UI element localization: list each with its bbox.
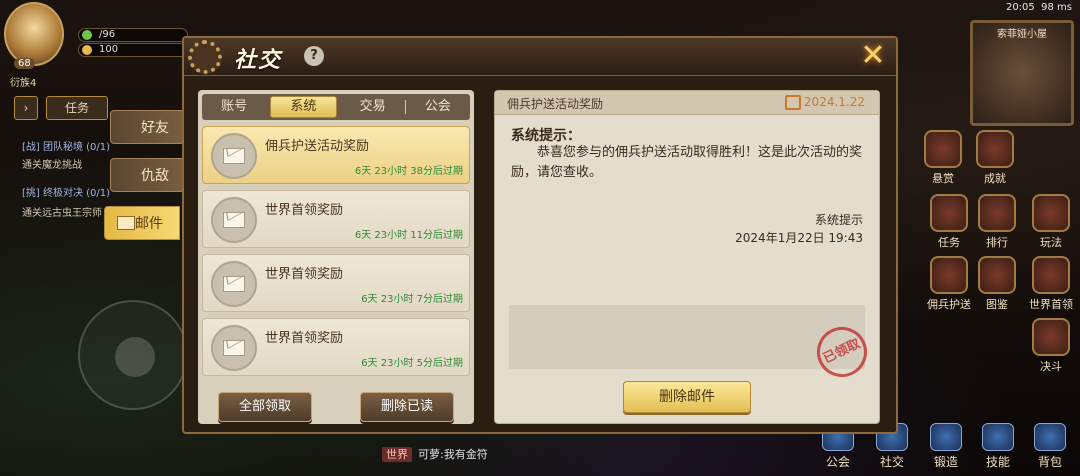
achievement-button[interactable]: 成就: [970, 130, 1020, 186]
achievement-icon: [976, 130, 1014, 168]
world-boss-icon: [1032, 256, 1070, 294]
quest-title[interactable]: [战] 团队秘境 (0/1): [22, 138, 110, 153]
gameplay-button[interactable]: 玩法: [1026, 194, 1076, 250]
player-rank: 衍族4: [10, 78, 37, 89]
bag-icon: [1034, 423, 1066, 451]
help-button[interactable]: ?: [304, 46, 324, 66]
bag-button[interactable]: 背包: [1030, 423, 1070, 470]
mission-icon: [930, 194, 968, 232]
tab-trade[interactable]: 交易: [341, 94, 405, 120]
panel-title: 社交: [234, 48, 283, 73]
envelope-icon: [211, 325, 257, 371]
tab-account[interactable]: 账号: [202, 94, 266, 120]
mail-expire: 6天 23小时 11分后过期: [354, 230, 463, 241]
envelope-icon: [211, 133, 257, 179]
task-button[interactable]: 任务: [46, 96, 108, 120]
mail-title: 世界首领奖励: [265, 203, 344, 218]
mail-item[interactable]: 世界首领奖励 6天 23小时 11分后过期: [202, 190, 470, 248]
panel-header: 社交 ? ✕: [184, 38, 896, 76]
skills-button[interactable]: 技能: [978, 423, 1018, 470]
mail-subject: 佣兵护送活动奖励: [507, 97, 604, 111]
mail-expire: 6天 23小时 5分后过期: [361, 358, 463, 369]
mail-title: 世界首领奖励: [265, 331, 344, 346]
duel-button[interactable]: 决斗: [1026, 318, 1076, 374]
attachment-area: [509, 305, 865, 369]
delete-mail-button[interactable]: 删除邮件: [623, 381, 751, 413]
tab-system[interactable]: 系统: [270, 96, 337, 118]
energy-stat: /96: [78, 28, 188, 42]
tab-guild[interactable]: 公会: [406, 94, 470, 120]
mail-list-pane: 账号 系统 交易 公会 佣兵护送活动奖励 6天 23小时 38分后过期 世界首领…: [198, 90, 474, 424]
mail-expire: 6天 23小时 7分后过期: [361, 294, 463, 305]
status-bar: 20:05 98 ms: [1005, 2, 1072, 13]
chat-message: 可萝:我有金符: [418, 448, 488, 461]
ranking-icon: [978, 194, 1016, 232]
mail-title: 佣兵护送活动奖励: [265, 139, 370, 154]
gem-stat: 100: [78, 43, 188, 57]
expand-arrow-button[interactable]: ›: [14, 96, 38, 120]
joystick-knob[interactable]: [115, 337, 155, 377]
gem-icon: [82, 45, 92, 55]
ranking-button[interactable]: 排行: [972, 194, 1022, 250]
codex-button[interactable]: 图鉴: [972, 256, 1022, 312]
minimap-title: 索菲娅小屋: [997, 29, 1047, 40]
player-avatar[interactable]: [4, 2, 64, 66]
forge-icon: [930, 423, 962, 451]
social-panel: 社交 ? ✕ 账号 系统 交易 公会 佣兵护送活动奖励 6天 23小时 38分后…: [182, 36, 898, 434]
mail-detail-header: 佣兵护送活动奖励 2024.1.22: [495, 91, 879, 115]
gameplay-icon: [1032, 194, 1070, 232]
mail-heading: 系统提示：: [511, 128, 581, 144]
movement-joystick[interactable]: [78, 300, 188, 410]
minimap[interactable]: 索菲娅小屋: [970, 20, 1074, 126]
mail-signer: 系统提示: [814, 213, 863, 227]
codex-icon: [978, 256, 1016, 294]
quest-desc: 通关魔龙挑战: [22, 160, 82, 171]
quest-title[interactable]: [挑] 终极对决 (0/1): [22, 184, 110, 199]
side-tab-friends[interactable]: 好友: [110, 110, 186, 144]
mail-item[interactable]: 世界首领奖励 6天 23小时 5分后过期: [202, 318, 470, 376]
mail-expire: 6天 23小时 38分后过期: [354, 166, 463, 177]
side-tab-enemies[interactable]: 仇敌: [110, 158, 186, 192]
envelope-icon: [211, 261, 257, 307]
mail-item[interactable]: 佣兵护送活动奖励 6天 23小时 38分后过期: [202, 126, 470, 184]
bounty-icon: [924, 130, 962, 168]
mail-body: 恭喜您参与的佣兵护送活动取得胜利！这是此次活动的奖励，请您查收。: [511, 145, 863, 180]
side-tab-mail[interactable]: 邮件: [104, 206, 180, 240]
mail-detail-pane: 佣兵护送活动奖励 2024.1.22 系统提示： 恭喜您参与的佣兵护送活动取得胜…: [494, 90, 880, 424]
world-boss-button[interactable]: 世界首领: [1024, 256, 1078, 312]
mail-date: 2024.1.22: [803, 95, 865, 109]
skills-icon: [982, 423, 1014, 451]
mail-icon: [117, 216, 135, 230]
escort-icon: [930, 256, 968, 294]
duel-icon: [1032, 318, 1070, 356]
mail-category-tabs: 账号 系统 交易 公会: [202, 94, 470, 120]
energy-icon: [82, 30, 92, 40]
player-level: 68: [14, 58, 35, 69]
delete-read-button[interactable]: 删除已读: [360, 392, 454, 422]
bounty-button[interactable]: 悬赏: [918, 130, 968, 186]
claim-all-button[interactable]: 全部领取: [218, 392, 312, 422]
mission-button[interactable]: 任务: [924, 194, 974, 250]
mail-item[interactable]: 世界首领奖励 6天 23小时 7分后过期: [202, 254, 470, 312]
gear-emblem-icon: [188, 40, 222, 74]
forge-button[interactable]: 锻造: [926, 423, 966, 470]
mail-signature: 系统提示 2024年1月22日 19:43: [735, 211, 863, 247]
envelope-icon: [211, 197, 257, 243]
chat-channel: 世界: [382, 447, 412, 462]
mail-sent-at: 2024年1月22日 19:43: [735, 231, 863, 245]
calendar-icon: [785, 95, 801, 110]
mail-title: 世界首领奖励: [265, 267, 344, 282]
close-button[interactable]: ✕: [856, 40, 890, 74]
escort-button[interactable]: 佣兵护送: [924, 256, 974, 312]
chat-line[interactable]: 世界 可萝:我有金符: [382, 446, 488, 462]
quest-desc: 通关远古虫王宗师: [22, 208, 102, 219]
